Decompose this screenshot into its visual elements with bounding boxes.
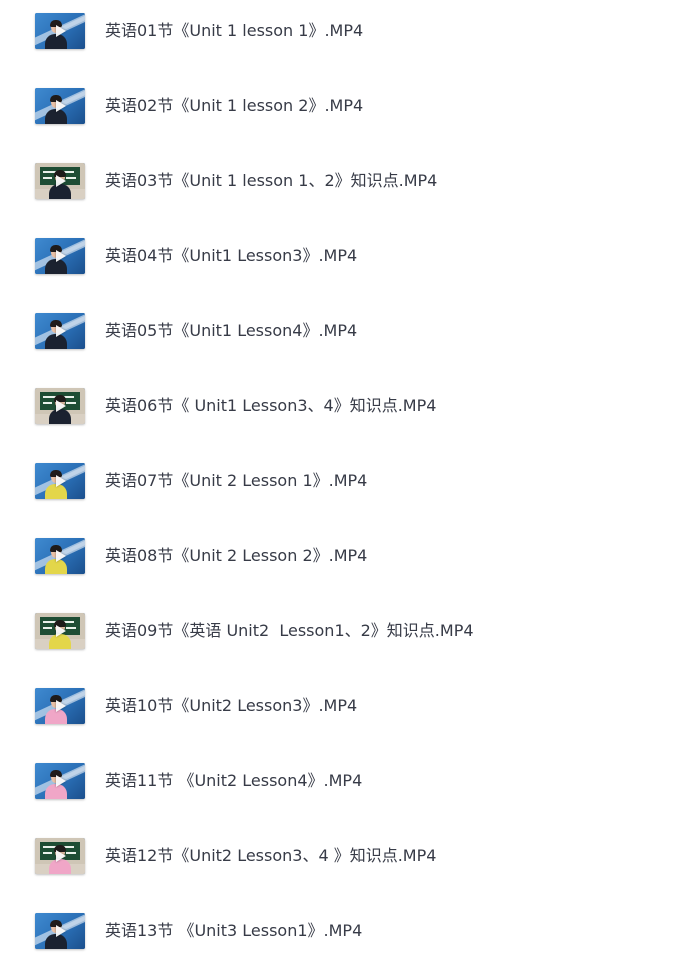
file-name[interactable]: 英语10节《Unit2 Lesson3》.MP4	[105, 695, 357, 717]
play-icon	[56, 550, 66, 562]
file-row[interactable]: 英语06节《 Unit1 Lesson3、4》知识点.MP4	[0, 375, 686, 450]
file-row[interactable]: 英语07节《Unit 2 Lesson 1》.MP4	[0, 450, 686, 525]
video-thumbnail[interactable]	[35, 913, 85, 949]
file-row[interactable]: 英语01节《Unit 1 lesson 1》.MP4	[0, 0, 686, 75]
play-icon	[56, 325, 66, 337]
file-row[interactable]: 英语13节 《Unit3 Lesson1》.MP4	[0, 900, 686, 975]
file-row[interactable]: 英语04节《Unit1 Lesson3》.MP4	[0, 225, 686, 300]
video-thumbnail[interactable]	[35, 163, 85, 199]
board-writing	[66, 402, 76, 404]
file-name[interactable]: 英语07节《Unit 2 Lesson 1》.MP4	[105, 470, 367, 492]
file-row[interactable]: 英语12节《Unit2 Lesson3、4 》知识点.MP4	[0, 825, 686, 900]
play-icon	[56, 175, 66, 187]
file-name[interactable]: 英语03节《Unit 1 lesson 1、2》知识点.MP4	[105, 170, 437, 192]
video-thumbnail[interactable]	[35, 613, 85, 649]
video-thumbnail[interactable]	[35, 688, 85, 724]
file-row[interactable]: 英语05节《Unit1 Lesson4》.MP4	[0, 300, 686, 375]
board-writing	[43, 177, 52, 179]
file-name[interactable]: 英语13节 《Unit3 Lesson1》.MP4	[105, 920, 362, 942]
video-thumbnail[interactable]	[35, 13, 85, 49]
board-writing	[43, 402, 52, 404]
board-writing	[66, 852, 76, 854]
file-name[interactable]: 英语09节《英语 Unit2 Lesson1、2》知识点.MP4	[105, 620, 474, 642]
file-row[interactable]: 英语11节 《Unit2 Lesson4》.MP4	[0, 750, 686, 825]
video-thumbnail[interactable]	[35, 88, 85, 124]
file-row[interactable]: 英语08节《Unit 2 Lesson 2》.MP4	[0, 525, 686, 600]
play-icon	[56, 700, 66, 712]
play-icon	[56, 250, 66, 262]
file-name[interactable]: 英语12节《Unit2 Lesson3、4 》知识点.MP4	[105, 845, 436, 867]
file-row[interactable]: 英语02节《Unit 1 lesson 2》.MP4	[0, 75, 686, 150]
file-name[interactable]: 英语08节《Unit 2 Lesson 2》.MP4	[105, 545, 367, 567]
file-row[interactable]: 英语10节《Unit2 Lesson3》.MP4	[0, 675, 686, 750]
video-thumbnail[interactable]	[35, 763, 85, 799]
file-name[interactable]: 英语05节《Unit1 Lesson4》.MP4	[105, 320, 357, 342]
board-writing	[43, 627, 52, 629]
play-icon	[56, 775, 66, 787]
board-writing	[43, 852, 52, 854]
file-name[interactable]: 英语02节《Unit 1 lesson 2》.MP4	[105, 95, 363, 117]
play-icon	[56, 475, 66, 487]
file-row[interactable]: 英语03节《Unit 1 lesson 1、2》知识点.MP4	[0, 150, 686, 225]
play-icon	[56, 925, 66, 937]
video-thumbnail[interactable]	[35, 238, 85, 274]
play-icon	[56, 100, 66, 112]
play-icon	[56, 625, 66, 637]
play-icon	[56, 25, 66, 37]
video-thumbnail[interactable]	[35, 463, 85, 499]
file-name[interactable]: 英语06节《 Unit1 Lesson3、4》知识点.MP4	[105, 395, 436, 417]
play-icon	[56, 400, 66, 412]
video-thumbnail[interactable]	[35, 388, 85, 424]
play-icon	[56, 850, 66, 862]
file-name[interactable]: 英语01节《Unit 1 lesson 1》.MP4	[105, 20, 363, 42]
video-file-list: 英语01节《Unit 1 lesson 1》.MP4 英语02节《Unit 1 l…	[0, 0, 686, 960]
file-name[interactable]: 英语04节《Unit1 Lesson3》.MP4	[105, 245, 357, 267]
board-writing	[66, 177, 76, 179]
file-name[interactable]: 英语11节 《Unit2 Lesson4》.MP4	[105, 770, 362, 792]
video-thumbnail[interactable]	[35, 838, 85, 874]
board-writing	[66, 627, 76, 629]
file-row[interactable]: 英语09节《英语 Unit2 Lesson1、2》知识点.MP4	[0, 600, 686, 675]
video-thumbnail[interactable]	[35, 313, 85, 349]
video-thumbnail[interactable]	[35, 538, 85, 574]
